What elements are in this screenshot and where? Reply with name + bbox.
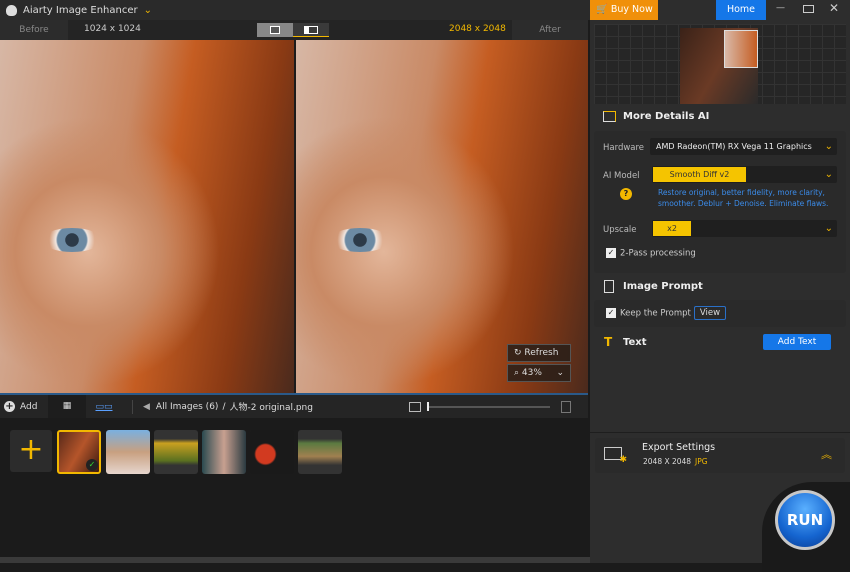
image-size-icon bbox=[409, 401, 421, 412]
title-bar: Aiarty Image Enhancer ⌄ bbox=[0, 0, 590, 20]
run-button[interactable]: RUN bbox=[775, 490, 835, 550]
after-image[interactable]: ↻ Refresh ⌕ 43% ⌄ bbox=[296, 40, 588, 393]
before-label: Before bbox=[0, 20, 68, 40]
maximize-icon[interactable] bbox=[803, 5, 814, 13]
thumbnail-size-slider[interactable] bbox=[427, 402, 550, 411]
thumbnail-strip: + ✓ bbox=[0, 418, 588, 558]
cart-icon: 🛒 bbox=[596, 4, 608, 15]
add-label: Add bbox=[20, 401, 38, 412]
details-section: Hardware AMD Radeon(TM) RX Vega 11 Graph… bbox=[594, 131, 846, 273]
prompt-title: Image Prompt bbox=[623, 281, 703, 292]
checkbox-checked-icon: ✓ bbox=[606, 308, 616, 318]
after-size: 2048 x 2048 bbox=[449, 24, 506, 34]
view-prompt-button[interactable]: View bbox=[694, 306, 726, 320]
before-image[interactable] bbox=[0, 40, 294, 393]
thumbnail-woman[interactable] bbox=[106, 430, 150, 474]
hardware-label: Hardware bbox=[603, 143, 645, 153]
thumbnail-tomato[interactable] bbox=[250, 430, 294, 474]
after-label: After bbox=[512, 20, 588, 40]
breadcrumb-all-images[interactable]: All Images (6) bbox=[156, 402, 219, 412]
model-label: AI Model bbox=[603, 171, 640, 181]
slider-handle[interactable] bbox=[427, 402, 429, 411]
export-title: Export Settings bbox=[642, 442, 716, 453]
details-title: More Details AI bbox=[623, 111, 710, 122]
help-icon[interactable]: ? bbox=[620, 188, 632, 200]
navigator-preview[interactable] bbox=[594, 24, 846, 104]
eye bbox=[330, 228, 390, 252]
app-logo-icon bbox=[6, 4, 17, 16]
details-ai-icon bbox=[603, 111, 616, 122]
hardware-select[interactable]: AMD Radeon(TM) RX Vega 11 Graphics ⌄ bbox=[650, 138, 837, 155]
trash-icon[interactable] bbox=[561, 400, 571, 413]
side-by-side-button[interactable] bbox=[293, 23, 329, 37]
prompt-section: ✓ Keep the Prompt View bbox=[594, 300, 846, 327]
refresh-label: Refresh bbox=[524, 348, 559, 358]
upscale-value: x2 bbox=[653, 221, 691, 236]
strip-view-button[interactable]: ▭▭ bbox=[86, 402, 122, 412]
zoom-icon: ⌕ bbox=[514, 368, 522, 378]
grid-view-button[interactable]: ▦ bbox=[48, 395, 86, 418]
export-settings-icon: ✱ bbox=[604, 447, 627, 465]
upscale-select[interactable]: x2 ⌄ bbox=[652, 220, 837, 237]
thumbnail-tiger[interactable] bbox=[298, 430, 342, 474]
model-description: Restore original, better fidelity, more … bbox=[658, 188, 829, 208]
hardware-value: AMD Radeon(TM) RX Vega 11 Graphics bbox=[656, 142, 812, 151]
model-select[interactable]: Smooth Diff v2 ⌄ bbox=[652, 166, 837, 183]
app-title: Aiarty Image Enhancer bbox=[23, 4, 138, 16]
refresh-button[interactable]: ↻ Refresh bbox=[507, 344, 571, 362]
keep-prompt-checkbox[interactable]: ✓ Keep the Prompt bbox=[606, 308, 691, 319]
check-icon: ✓ bbox=[86, 459, 98, 471]
eye bbox=[42, 228, 102, 252]
upscale-label: Upscale bbox=[603, 225, 637, 235]
two-pass-checkbox[interactable]: ✓ 2-Pass processing bbox=[606, 248, 696, 259]
document-icon bbox=[604, 280, 614, 293]
compare-bar: Before 1024 x 1024 2048 x 2048 After bbox=[0, 20, 588, 40]
split-view-button[interactable] bbox=[257, 23, 293, 37]
text-title: Text bbox=[623, 337, 647, 348]
add-image-button[interactable]: + bbox=[10, 430, 52, 472]
bottom-toolbar: + Add ▦ ▭▭ ◀ All Images (6) / 人物-2 origin… bbox=[0, 395, 588, 418]
refresh-icon: ↻ bbox=[514, 348, 525, 358]
export-format: JPG bbox=[695, 457, 708, 466]
keep-prompt-label: Keep the Prompt bbox=[620, 308, 691, 319]
chevron-down-icon: ⌄ bbox=[824, 169, 833, 180]
thumbnail-flowers[interactable] bbox=[154, 430, 198, 474]
zoom-value: 43% bbox=[521, 368, 542, 378]
model-value: Smooth Diff v2 bbox=[653, 167, 746, 182]
home-button[interactable]: Home bbox=[716, 0, 766, 20]
close-icon[interactable]: ✕ bbox=[829, 1, 839, 15]
export-size: 2048 X 2048 bbox=[643, 457, 692, 466]
viewport-frame[interactable] bbox=[724, 30, 758, 68]
thumbnail-redhead[interactable]: ✓ bbox=[57, 430, 101, 474]
settings-panel: 🛒 Buy Now Home — ✕ More Details AI Hardw… bbox=[590, 0, 850, 572]
two-pass-label: 2-Pass processing bbox=[620, 248, 696, 259]
zoom-select[interactable]: ⌕ 43% ⌄ bbox=[507, 364, 571, 382]
buy-label: Buy Now bbox=[610, 4, 653, 15]
add-text-button[interactable]: Add Text bbox=[763, 334, 831, 350]
thumbnail-girl[interactable] bbox=[202, 430, 246, 474]
chevron-double-up-icon[interactable]: ︽ bbox=[821, 446, 832, 462]
plus-circle-icon: + bbox=[4, 401, 15, 412]
buy-now-button[interactable]: 🛒 Buy Now bbox=[590, 0, 658, 20]
chevron-down-icon: ⌄ bbox=[824, 223, 833, 234]
export-settings[interactable]: ✱ Export Settings 2048 X 2048 JPG ︽ bbox=[595, 438, 845, 473]
chevron-down-icon: ⌄ bbox=[824, 141, 833, 152]
breadcrumb-file: 人物-2 original.png bbox=[229, 403, 313, 413]
text-icon: T bbox=[604, 335, 613, 349]
checkbox-checked-icon: ✓ bbox=[606, 248, 616, 258]
add-button[interactable]: + Add bbox=[0, 401, 48, 412]
before-size: 1024 x 1024 bbox=[84, 24, 141, 34]
breadcrumb-separator: / bbox=[222, 401, 226, 412]
back-arrow-icon[interactable]: ◀ bbox=[143, 402, 150, 412]
chevron-down-icon[interactable]: ⌄ bbox=[144, 5, 152, 16]
minimize-icon[interactable]: — bbox=[776, 3, 785, 13]
